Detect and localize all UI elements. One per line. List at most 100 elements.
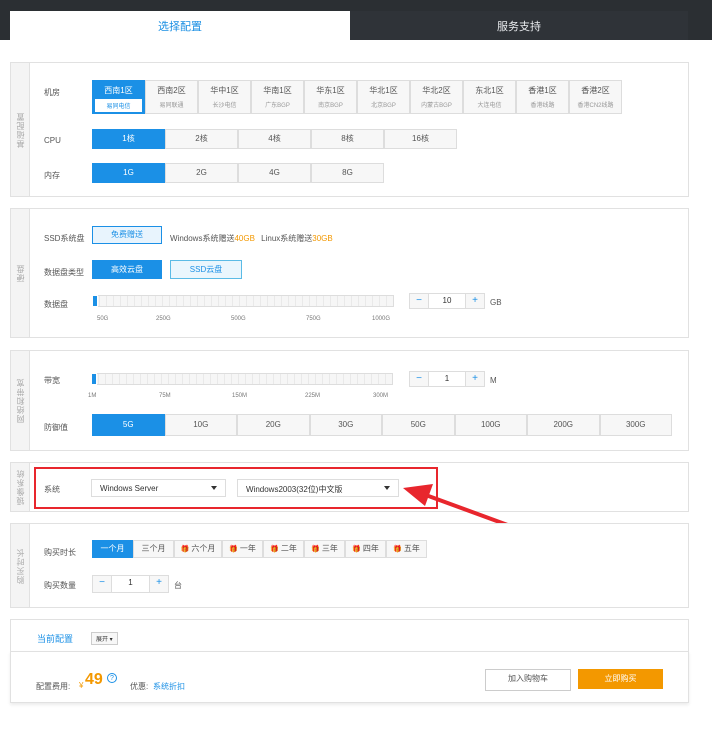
defense-option[interactable]: 200G bbox=[527, 414, 600, 436]
ssd-system-label: SSD系统盘 bbox=[44, 234, 85, 243]
expand-button[interactable]: 展开 ▾ bbox=[91, 632, 118, 645]
gift-icon: 🎁 bbox=[180, 546, 190, 553]
plus-button[interactable]: + bbox=[150, 576, 168, 592]
memory-option[interactable]: 2G bbox=[165, 163, 238, 183]
jifang-option[interactable]: 西南2区 易同联通 bbox=[145, 80, 198, 114]
tab-service-support[interactable]: 服务支持 bbox=[350, 11, 688, 40]
defense-label: 防御值 bbox=[44, 423, 68, 432]
jifang-option[interactable]: 香港1区 香港线路 bbox=[516, 80, 569, 114]
duration-option[interactable]: 一个月 bbox=[92, 540, 133, 558]
jifang-option[interactable]: 香港2区 香港CN2线路 bbox=[569, 80, 622, 114]
cpu-option[interactable]: 1核 bbox=[92, 129, 165, 149]
bandwidth-stepper: − 1 + bbox=[409, 371, 485, 387]
os-version-select[interactable]: Windows2003(32位)中文版 bbox=[237, 479, 399, 497]
jifang-label: 机房 bbox=[44, 88, 60, 97]
fee-label: 配置费用: bbox=[36, 682, 71, 691]
memory-option[interactable]: 1G bbox=[92, 163, 165, 183]
duration-option[interactable]: 🎁 三年 bbox=[304, 540, 345, 558]
add-to-cart-button[interactable]: 加入购物车 bbox=[485, 669, 571, 691]
bandwidth-tick: 150M bbox=[232, 393, 248, 399]
cpu-option[interactable]: 8核 bbox=[311, 129, 384, 149]
memory-label: 内存 bbox=[44, 171, 60, 180]
defense-option[interactable]: 30G bbox=[309, 414, 382, 436]
duration-option[interactable]: 🎁 一年 bbox=[222, 540, 263, 558]
bandwidth-value[interactable]: 1 bbox=[428, 372, 466, 386]
defense-option[interactable]: 20G bbox=[237, 414, 310, 436]
plus-button[interactable]: + bbox=[466, 294, 484, 308]
jifang-option[interactable]: 华南1区 广东BGP bbox=[251, 80, 304, 114]
jifang-region-name: 东北1区 bbox=[475, 86, 504, 95]
jifang-option[interactable]: 华北1区 北京BGP bbox=[357, 80, 410, 114]
data-disk-tick: 250G bbox=[156, 316, 171, 322]
chevron-down-icon bbox=[384, 486, 390, 490]
jifang-region-name: 香港1区 bbox=[528, 86, 557, 95]
duration-option-label: 三年 bbox=[321, 544, 338, 553]
current-config-title: 当前配置 bbox=[37, 634, 74, 644]
defense-option[interactable]: 300G bbox=[599, 414, 672, 436]
jifang-carrier-name: 大连电信 bbox=[477, 103, 502, 109]
minus-button[interactable]: − bbox=[93, 576, 111, 592]
efficient-cloud-disk-button[interactable]: 高效云盘 bbox=[92, 260, 162, 279]
minus-button[interactable]: − bbox=[410, 294, 428, 308]
data-disk-tick: 500G bbox=[231, 316, 246, 322]
section-side-label: 硬盘 bbox=[11, 209, 30, 337]
gift-icon: 🎁 bbox=[352, 546, 361, 553]
bandwidth-slider[interactable] bbox=[91, 373, 393, 385]
summary-footer: 配置费用: ¥ 49 ? 优惠: 系统折扣 加入购物车 立即购买 bbox=[10, 651, 689, 703]
jifang-carrier-name: 南京BGP bbox=[318, 103, 343, 109]
data-disk-stepper: − 10 + bbox=[409, 293, 485, 309]
defense-option[interactable]: 50G bbox=[382, 414, 455, 436]
quantity-value[interactable]: 1 bbox=[111, 576, 150, 592]
cpu-option[interactable]: 2核 bbox=[165, 129, 238, 149]
data-disk-value[interactable]: 10 bbox=[428, 294, 466, 308]
jifang-region-name: 西南1区 bbox=[104, 86, 133, 95]
cpu-label: CPU bbox=[44, 136, 61, 145]
help-icon[interactable]: ? bbox=[107, 673, 117, 683]
duration-option[interactable]: 三个月 bbox=[133, 540, 174, 558]
ssd-cloud-disk-button[interactable]: SSD云盘 bbox=[170, 260, 242, 279]
discount-label: 优惠: bbox=[130, 682, 149, 691]
defense-option[interactable]: 10G bbox=[164, 414, 237, 436]
bandwidth-tick: 300M bbox=[373, 393, 389, 399]
defense-option[interactable]: 5G bbox=[92, 414, 165, 436]
quantity-stepper: − 1 + bbox=[92, 575, 169, 593]
host-config-section: 基础配置 机房 CPU 内存 西南1区 易同电信 西南2区 易同联通 华中1区 长沙电信华… bbox=[10, 62, 689, 197]
jifang-option[interactable]: 华北2区 内蒙古BGP bbox=[410, 80, 463, 114]
duration-option[interactable]: 🎁 五年 bbox=[386, 540, 427, 558]
memory-option[interactable]: 4G bbox=[238, 163, 311, 183]
duration-option-label: 一年 bbox=[239, 544, 256, 553]
defense-option[interactable]: 100G bbox=[454, 414, 527, 436]
data-disk-slider[interactable] bbox=[92, 295, 394, 307]
quantity-unit: 台 bbox=[174, 581, 182, 590]
discount-link[interactable]: 系统折扣 bbox=[153, 681, 185, 692]
network-section: 网络和带宽 带宽 1M 75M 150M 225M 300M − 1 + M 防… bbox=[10, 350, 689, 451]
gift-icon: 🎁 bbox=[393, 546, 402, 553]
minus-button[interactable]: − bbox=[410, 372, 428, 386]
jifang-option[interactable]: 华中1区 长沙电信 bbox=[198, 80, 251, 114]
jifang-option[interactable]: 东北1区大连电信 bbox=[463, 80, 516, 114]
currency-symbol: ¥ bbox=[79, 681, 84, 690]
data-disk-tick: 750G bbox=[306, 316, 321, 322]
cpu-option[interactable]: 4核 bbox=[238, 129, 311, 149]
bandwidth-slider-handle[interactable] bbox=[91, 373, 97, 385]
plus-button[interactable]: + bbox=[466, 372, 484, 386]
jifang-option[interactable]: 华东1区 南京BGP bbox=[304, 80, 357, 114]
jifang-option[interactable]: 西南1区 易同电信 bbox=[92, 80, 145, 114]
purchase-section: 购买时长 购买时长 购买数量 − 1 + 台 一个月 三个月 🎁 六个月 🎁 一年 🎁 二年 🎁… bbox=[10, 523, 689, 608]
buy-now-button[interactable]: 立即购买 bbox=[578, 669, 663, 689]
os-type-select[interactable]: Windows Server bbox=[91, 479, 226, 497]
price-value: 49 bbox=[85, 671, 103, 688]
cpu-option[interactable]: 16核 bbox=[384, 129, 457, 149]
data-disk-slider-handle[interactable] bbox=[92, 295, 98, 307]
tab-select-config[interactable]: 选择配置 bbox=[10, 11, 350, 40]
duration-option[interactable]: 🎁 六个月 bbox=[174, 540, 222, 558]
disk-section: 硬盘 SSD系统盘 免费赠送 Windows系统赠送40GB Linux系统赠送… bbox=[10, 208, 689, 338]
duration-option[interactable]: 🎁 四年 bbox=[345, 540, 386, 558]
data-disk-type-label: 数据盘类型 bbox=[44, 268, 84, 277]
memory-option[interactable]: 8G bbox=[311, 163, 384, 183]
duration-option-label: 三个月 bbox=[141, 544, 166, 553]
duration-option[interactable]: 🎁 二年 bbox=[263, 540, 304, 558]
free-gift-button[interactable]: 免费赠送 bbox=[92, 226, 162, 244]
gift-icon: 🎁 bbox=[270, 546, 279, 553]
data-disk-tick: 50G bbox=[97, 316, 109, 322]
